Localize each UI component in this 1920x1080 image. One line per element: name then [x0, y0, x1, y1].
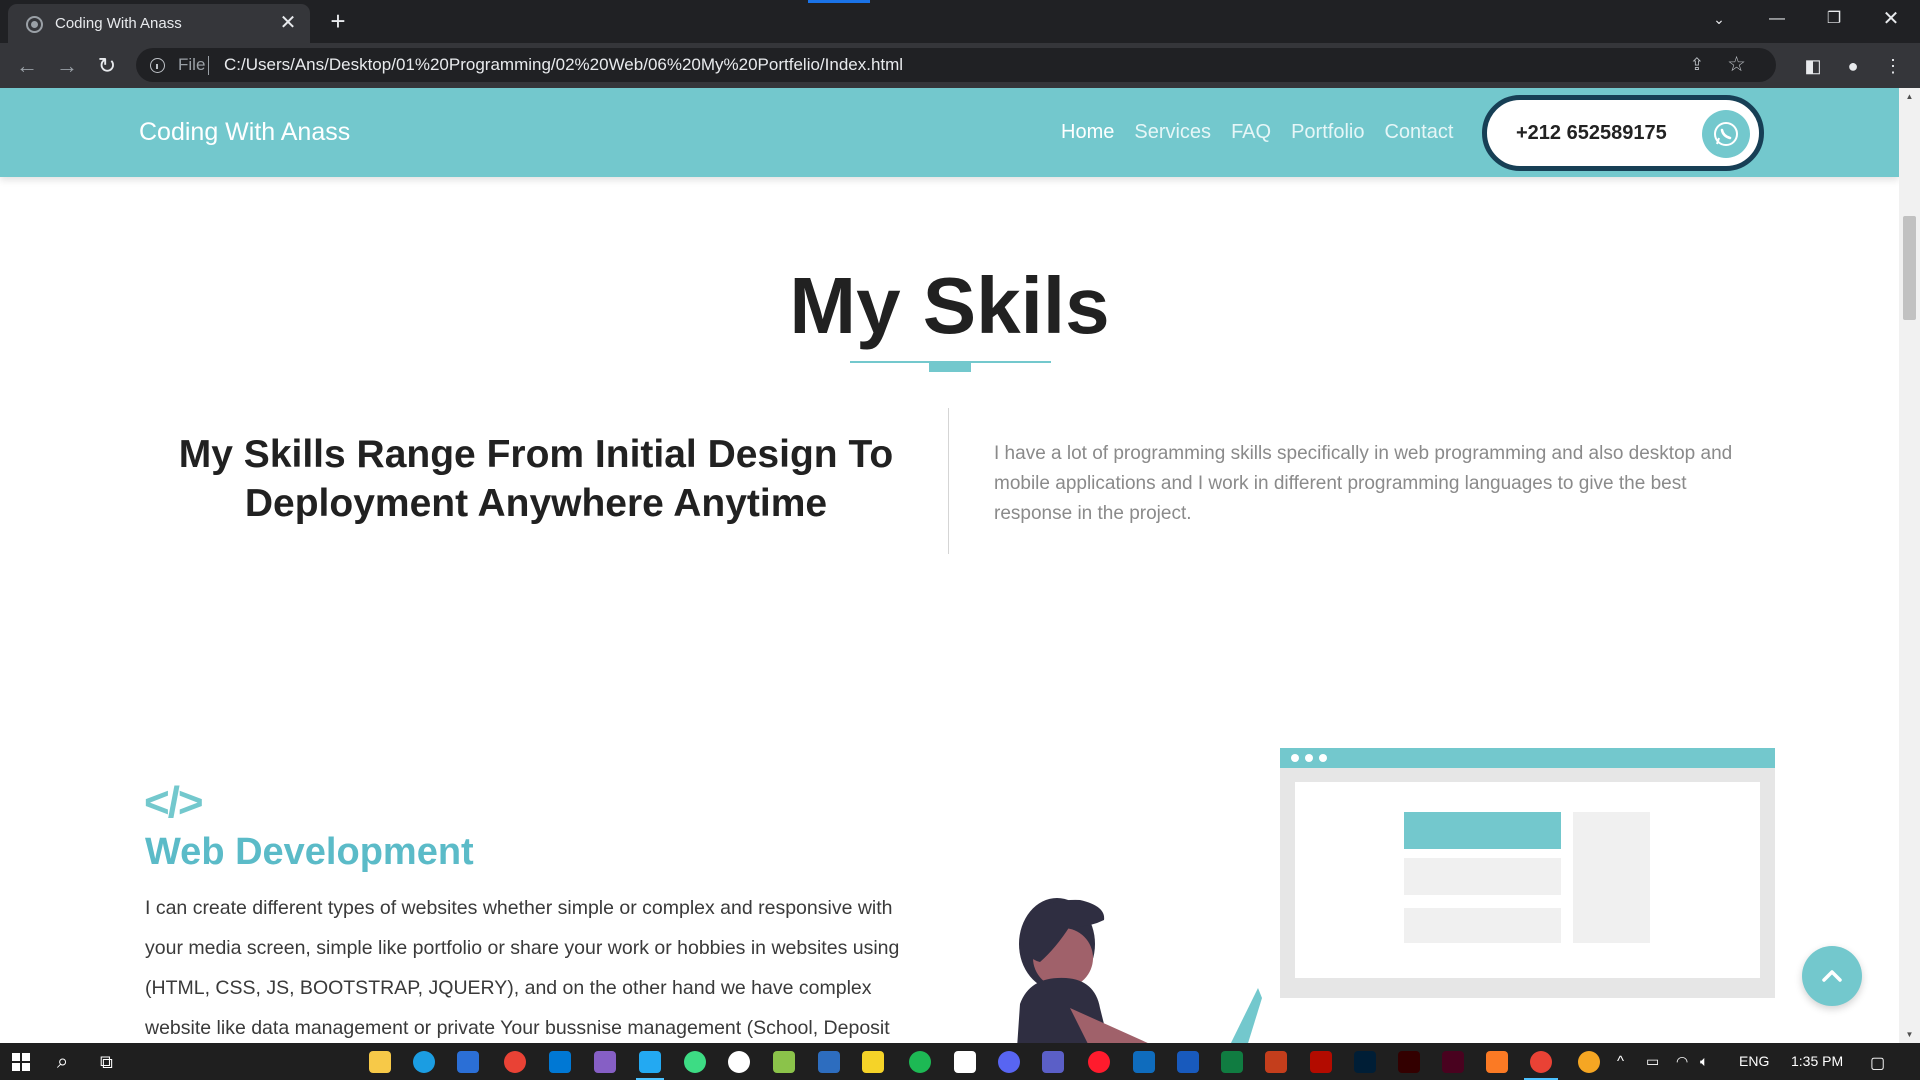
- forward-icon[interactable]: →: [52, 51, 82, 81]
- new-tab-button[interactable]: +: [324, 6, 352, 36]
- android-studio-icon[interactable]: [684, 1051, 706, 1073]
- site-header: Coding With Anass Home Services FAQ Port…: [0, 88, 1899, 177]
- address-bar[interactable]: File C:/Users/Ans/Desktop/01%20Programmi…: [136, 48, 1776, 82]
- wifi-icon[interactable]: ◠: [1676, 1053, 1688, 1070]
- xampp-icon[interactable]: [1486, 1051, 1508, 1073]
- code-icon: </>: [144, 778, 204, 827]
- teams-icon[interactable]: [1042, 1051, 1064, 1073]
- page-viewport: Coding With Anass Home Services FAQ Port…: [0, 88, 1920, 1043]
- scroll-up-arrow-icon[interactable]: ▲: [1899, 92, 1920, 101]
- pycharm-icon[interactable]: [862, 1051, 884, 1073]
- scroll-down-arrow-icon[interactable]: ▼: [1899, 1030, 1920, 1039]
- search-icon[interactable]: ⌕: [57, 1051, 79, 1073]
- powerpoint-icon[interactable]: [1265, 1051, 1287, 1073]
- whatsapp-icon[interactable]: [1702, 110, 1750, 158]
- phone-contact-button[interactable]: +212 652589175: [1482, 95, 1764, 171]
- excel-icon[interactable]: [1221, 1051, 1243, 1073]
- app-icon-circle[interactable]: [728, 1051, 750, 1073]
- browser-toolbar: ← → ↻ File C:/Users/Ans/Desktop/01%20Pro…: [0, 43, 1920, 88]
- back-icon[interactable]: ←: [12, 51, 42, 81]
- nav-services[interactable]: Services: [1134, 121, 1211, 144]
- outlook-icon[interactable]: [1133, 1051, 1155, 1073]
- chrome-active-icon[interactable]: [1530, 1051, 1552, 1073]
- skill-description: I can create different types of websites…: [145, 897, 900, 1039]
- close-window-button[interactable]: ✕: [1863, 0, 1919, 38]
- volume-icon[interactable]: 🔈︎: [1700, 1053, 1708, 1070]
- menu-kebab-icon[interactable]: ⋮: [1880, 53, 1906, 79]
- mail-icon[interactable]: [549, 1051, 571, 1073]
- browser-tab[interactable]: Coding With Anass ✕: [8, 4, 310, 43]
- dev-tool-icon[interactable]: [818, 1051, 840, 1073]
- nav-home[interactable]: Home: [1061, 121, 1114, 144]
- visual-studio-icon[interactable]: [594, 1051, 616, 1073]
- reload-icon[interactable]: ↻: [92, 51, 122, 81]
- acrobat-icon[interactable]: [1310, 1051, 1332, 1073]
- share-icon[interactable]: ⇪: [1690, 55, 1704, 75]
- browser-titlebar: Coding With Anass ✕ + ⌄ — ❐ ✕: [0, 0, 1920, 43]
- nav-contact[interactable]: Contact: [1384, 121, 1453, 144]
- scrollbar-thumb[interactable]: [1903, 216, 1916, 320]
- title-underline-block: [929, 363, 971, 372]
- battery-icon[interactable]: ▭: [1646, 1053, 1659, 1070]
- windows-start-icon[interactable]: [12, 1053, 30, 1071]
- globe-icon: [26, 16, 43, 33]
- url-separator: [208, 56, 209, 75]
- info-icon[interactable]: [150, 58, 165, 73]
- indesign-icon[interactable]: [1442, 1051, 1464, 1073]
- site-brand[interactable]: Coding With Anass: [139, 118, 350, 147]
- skill-title: Web Development: [145, 831, 474, 873]
- side-panel-icon[interactable]: ◧: [1800, 53, 1826, 79]
- store-icon[interactable]: [457, 1051, 479, 1073]
- spotify-icon[interactable]: [909, 1051, 931, 1073]
- section-title: My Skils: [789, 261, 1110, 350]
- intro-divider: [948, 408, 949, 554]
- tab-title: Coding With Anass: [55, 15, 182, 32]
- tray-chevron-icon[interactable]: ^: [1617, 1053, 1624, 1070]
- tab-search-icon[interactable]: ⌄: [1691, 0, 1747, 38]
- chrome-icon[interactable]: [504, 1051, 526, 1073]
- url-scheme: File: [178, 55, 206, 74]
- minimize-button[interactable]: —: [1749, 0, 1805, 38]
- discord-icon[interactable]: [998, 1051, 1020, 1073]
- back-to-top-button[interactable]: [1802, 946, 1862, 1006]
- url-text[interactable]: C:/Users/Ans/Desktop/01%20Programming/02…: [224, 55, 903, 75]
- page-scrollbar[interactable]: ▲ ▼: [1899, 88, 1920, 1043]
- notifications-icon[interactable]: ▢: [1870, 1053, 1885, 1073]
- restore-button[interactable]: ❐: [1806, 0, 1862, 38]
- word-icon[interactable]: [1177, 1051, 1199, 1073]
- taskbar: ⌕ ⧉ ^ ▭ ◠ 🔈︎ ENG 1:35 PM ▢: [0, 1043, 1920, 1080]
- tab-close-button[interactable]: ✕: [276, 10, 300, 36]
- task-view-icon[interactable]: ⧉: [100, 1051, 122, 1073]
- weather-icon[interactable]: [1578, 1051, 1600, 1073]
- active-indicator: [808, 0, 870, 3]
- skills-heading: My Skills Range From Initial Design To D…: [178, 433, 894, 525]
- language-indicator[interactable]: ENG: [1739, 1053, 1769, 1069]
- file-explorer-icon[interactable]: [369, 1051, 391, 1073]
- nav-faq[interactable]: FAQ: [1231, 121, 1271, 144]
- photoshop-icon[interactable]: [1354, 1051, 1376, 1073]
- vscode-icon[interactable]: [639, 1051, 661, 1073]
- epic-games-icon[interactable]: [954, 1051, 976, 1073]
- clock[interactable]: 1:35 PM: [1791, 1053, 1843, 1069]
- profile-icon[interactable]: ●: [1840, 53, 1866, 79]
- bookmark-star-icon[interactable]: ☆: [1727, 52, 1746, 77]
- layers-app-icon[interactable]: [773, 1051, 795, 1073]
- main-nav: Home Services FAQ Portfolio Contact: [1061, 121, 1453, 144]
- edge-icon[interactable]: [413, 1051, 435, 1073]
- opera-icon[interactable]: [1088, 1051, 1110, 1073]
- skills-intro: I have a lot of programming skills speci…: [994, 443, 1733, 524]
- developer-illustration: [1017, 748, 1775, 1043]
- illustrator-icon[interactable]: [1398, 1051, 1420, 1073]
- phone-number: +212 652589175: [1516, 122, 1667, 144]
- nav-portfolio[interactable]: Portfolio: [1291, 121, 1364, 144]
